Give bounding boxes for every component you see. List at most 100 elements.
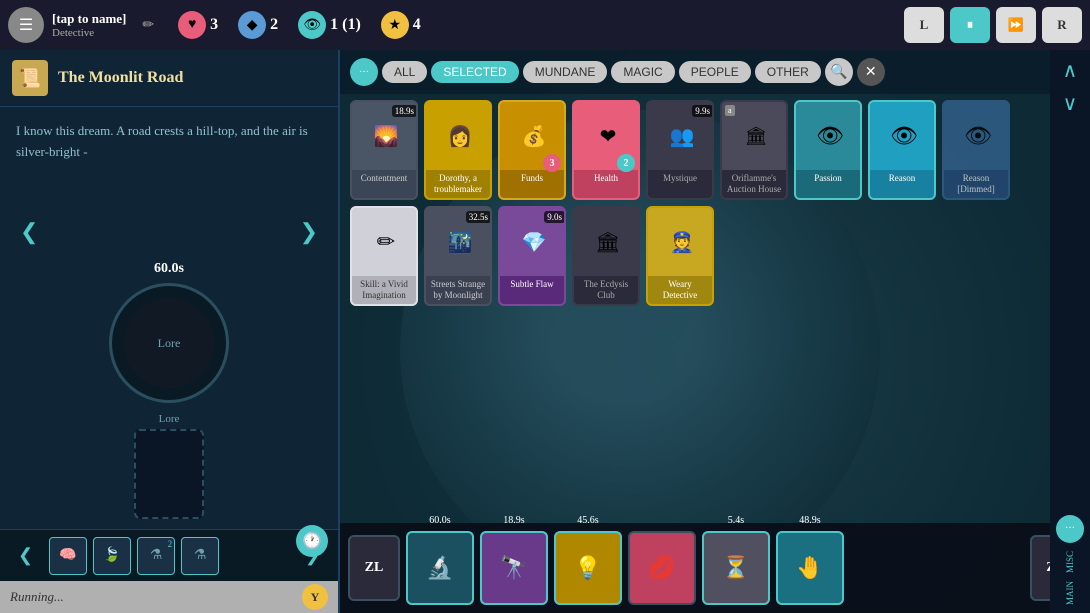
story-title: The Moonlit Road (58, 69, 183, 87)
character-name: [tap to name] (52, 11, 126, 27)
action-card-3[interactable]: 45.6s 💡 (554, 531, 622, 605)
card-mystique[interactable]: 👥 9.9s Mystique (646, 100, 714, 200)
l-button[interactable]: L (904, 7, 944, 43)
card-reason-dimmed[interactable]: 👁 Reason [Dimmed] (942, 100, 1010, 200)
character-info: [tap to name] Detective (52, 11, 126, 39)
clock-icon[interactable]: 🕐 (296, 525, 328, 557)
action-timer-5: 5.4s (728, 515, 744, 526)
tray-left-arrow[interactable]: ❮ (8, 541, 43, 570)
filter-all[interactable]: ALL (382, 61, 427, 83)
card-dorothy[interactable]: 👩 Dorothy, a troublemaker (424, 100, 492, 200)
left-nav: ❮ ❯ (0, 209, 338, 255)
droplet-icon: ◆ (238, 11, 266, 39)
story-icon: 📜 (12, 60, 48, 96)
filter-other[interactable]: OTHER (755, 61, 821, 83)
action-card-4[interactable]: 💋 (628, 531, 696, 605)
card-weary-detective[interactable]: 👮 Weary Detective (646, 206, 714, 306)
eye-count: 1 (1) (330, 16, 361, 34)
top-bar: ☰ [tap to name] Detective ✏ ♥ 3 ◆ 2 👁 1 … (0, 0, 1090, 50)
filter-mundane[interactable]: MUNDANE (523, 61, 608, 83)
action-icon-6: 🤚 (796, 555, 823, 581)
zl-button[interactable]: ZL (348, 535, 400, 601)
running-text: Running... (10, 589, 64, 605)
card-health[interactable]: ❤ Health 2 (572, 100, 640, 200)
sun-icon: ★ (381, 11, 409, 39)
eye-icon: 👁 (298, 11, 326, 39)
character-class: Detective (52, 27, 126, 39)
droplet-count: 2 (270, 16, 278, 34)
action-icon-3: 💡 (574, 555, 601, 581)
sun-count: 4 (413, 16, 421, 34)
filter-people[interactable]: PEOPLE (679, 61, 751, 83)
zl-label: ZL (365, 560, 384, 576)
tray-slot-2[interactable]: 🍃 (93, 537, 131, 575)
card-contentment[interactable]: 🌄 18.9s Contentment (350, 100, 418, 200)
timer-section: 60.0s Lore Lore (0, 255, 338, 529)
action-card-5[interactable]: 5.4s ⏳ (702, 531, 770, 605)
bottom-tray: ❮ 🧠 🍃 ⚗ 2 ⚗ ❯ (0, 529, 338, 581)
left-arrow[interactable]: ❮ (10, 215, 48, 249)
action-icon-2: 🔭 (500, 555, 527, 581)
right-dots-button[interactable]: ··· (1056, 515, 1084, 543)
timer-circle: Lore (109, 283, 229, 403)
tray-slot-4[interactable]: ⚗ (181, 537, 219, 575)
running-bar: Running... Y (0, 581, 338, 613)
tray-slot-3[interactable]: ⚗ 2 (137, 537, 175, 575)
heart-count: 3 (210, 16, 218, 34)
stat-heart: ♥ 3 (178, 11, 218, 39)
filter-selected[interactable]: SELECTED (431, 61, 518, 83)
menu-button[interactable]: ☰ (8, 7, 44, 43)
story-header: 📜 The Moonlit Road (0, 50, 338, 107)
action-icon-1: 🔬 (426, 555, 453, 581)
misc-label: MISC (1065, 551, 1075, 573)
right-panel-up-arrow[interactable]: ∧ (1063, 58, 1078, 83)
action-icon-5: ⏳ (722, 555, 749, 581)
left-panel: 📜 The Moonlit Road I know this dream. A … (0, 50, 340, 613)
action-timer-6: 48.9s (799, 515, 820, 526)
y-button[interactable]: Y (302, 584, 328, 610)
card-subtle-flaw[interactable]: 💎 9.0s Subtle Flaw (498, 206, 566, 306)
fast-forward-button[interactable]: ⏩ (996, 7, 1036, 43)
right-panel-down-arrow[interactable]: ∨ (1063, 91, 1078, 116)
action-timer-2: 18.9s (503, 515, 524, 526)
slot-label: Lore (159, 413, 180, 425)
action-timer-1: 60.0s (429, 515, 450, 526)
timer-value: 60.0s (154, 261, 184, 277)
card-ecdysis[interactable]: 🏛 The Ecdysis Club (572, 206, 640, 306)
bottom-action-bar: ZL 60.0s 🔬 18.9s 🔭 45.6s 💡 💋 5.4s ⏳ 48.9… (340, 523, 1090, 613)
filter-magic[interactable]: MAGIC (611, 61, 674, 83)
card-funds[interactable]: 💰 Funds 3 (498, 100, 566, 200)
pause-button[interactable]: ⏸ (950, 7, 990, 43)
action-card-1[interactable]: 60.0s 🔬 (406, 531, 474, 605)
top-right-buttons: L ⏸ ⏩ R (904, 7, 1082, 43)
cards-grid: 🌄 18.9s Contentment 👩 Dorothy, a trouble… (340, 94, 1090, 312)
stat-droplet: ◆ 2 (238, 11, 278, 39)
card-passion[interactable]: 👁 Passion (794, 100, 862, 200)
action-card-6[interactable]: 48.9s 🤚 (776, 531, 844, 605)
card-slot[interactable] (134, 429, 204, 519)
card-reason[interactable]: 👁 Reason (868, 100, 936, 200)
timer-name: Lore (158, 336, 181, 351)
action-timer-3: 45.6s (577, 515, 598, 526)
main-label: MAIN (1065, 581, 1075, 605)
stat-sun: ★ 4 (381, 11, 421, 39)
edit-icon[interactable]: ✏ (142, 17, 154, 34)
search-button[interactable]: 🔍 (825, 58, 853, 86)
right-panel: ∧ ∨ ··· MISC MAIN (1050, 50, 1090, 613)
action-icon-4: 💋 (648, 555, 675, 581)
timer-inner: Lore (124, 298, 214, 388)
card-skill-vivid[interactable]: ✏ Skill: a Vivid Imagination (350, 206, 418, 306)
filter-bar: ··· ALL SELECTED MUNDANE MAGIC PEOPLE OT… (340, 50, 1090, 94)
filter-dots-button[interactable]: ··· (350, 58, 378, 86)
story-text: I know this dream. A road crests a hill-… (0, 107, 338, 177)
heart-icon: ♥ (178, 11, 206, 39)
right-arrow[interactable]: ❯ (290, 215, 328, 249)
action-card-2[interactable]: 18.9s 🔭 (480, 531, 548, 605)
r-button[interactable]: R (1042, 7, 1082, 43)
tray-slot-1[interactable]: 🧠 (49, 537, 87, 575)
close-filter-button[interactable]: ✕ (857, 58, 885, 86)
card-oriflamme[interactable]: 🏛 a Oriflamme's Auction House (720, 100, 788, 200)
card-streets[interactable]: 🌃 32.5s Streets Strange by Moonlight (424, 206, 492, 306)
menu-icon: ☰ (19, 15, 33, 35)
stat-eye: 👁 1 (1) (298, 11, 361, 39)
